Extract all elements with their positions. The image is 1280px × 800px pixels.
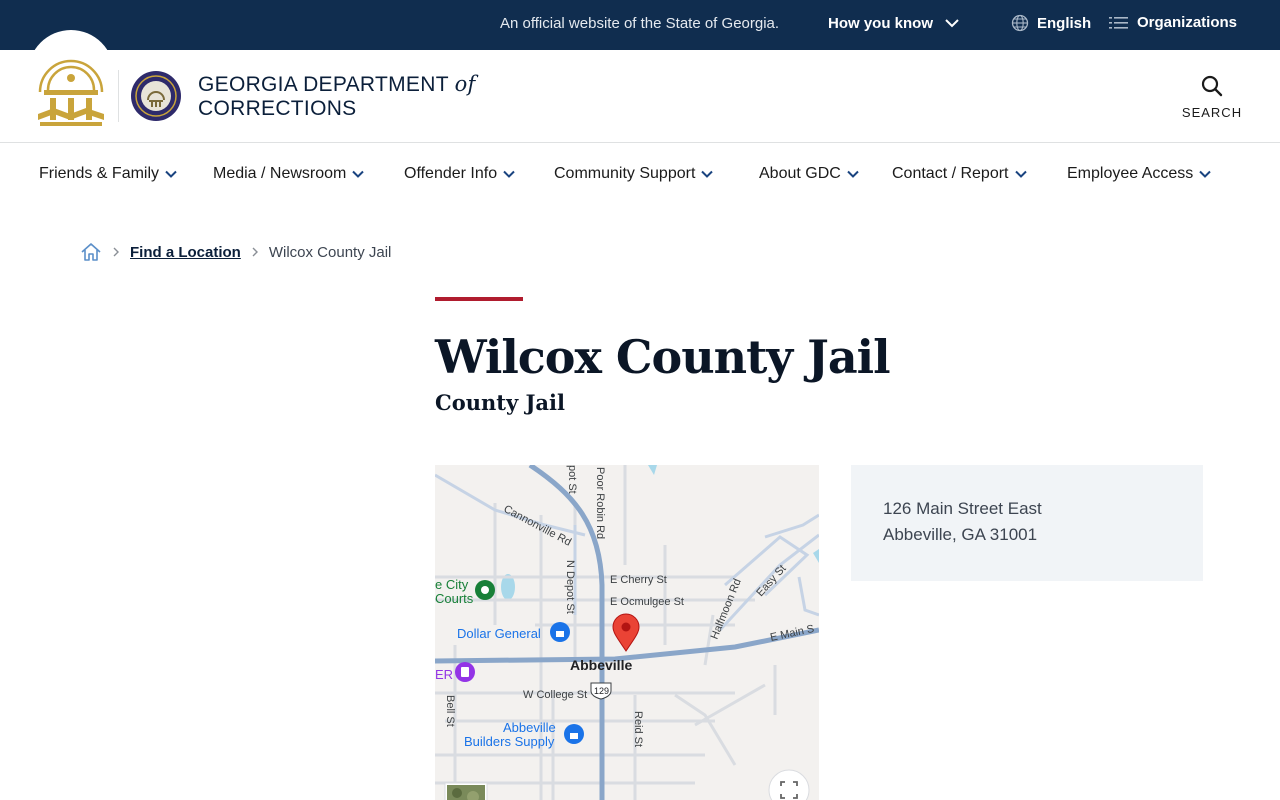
- how-you-know-label: How you know: [828, 15, 933, 32]
- header-divider: [118, 70, 119, 122]
- home-icon[interactable]: [80, 241, 102, 263]
- map-label: Cannonville Rd: [502, 503, 574, 549]
- map-label: Abbeville: [503, 720, 556, 735]
- language-selector[interactable]: English: [1011, 14, 1091, 32]
- map-label: Reid St: [632, 711, 644, 747]
- nav-label: Contact / Report: [892, 165, 1009, 182]
- nav-offender-info[interactable]: Offender Info: [404, 165, 515, 183]
- nav-label: Friends & Family: [39, 165, 160, 182]
- map-label: W College St: [523, 689, 587, 701]
- title-accent-rule: [435, 297, 523, 301]
- breadcrumb: Find a Location Wilcox County Jail: [80, 241, 391, 263]
- nav-friends-family[interactable]: Friends & Family: [39, 165, 177, 183]
- search-icon: [1201, 75, 1223, 97]
- map-label: E Cherry St: [610, 574, 667, 586]
- fullscreen-icon[interactable]: [768, 769, 810, 800]
- map-label: Builders Supply: [464, 734, 555, 749]
- georgia-seal-logo[interactable]: [28, 30, 114, 142]
- nav-label: Media / Newsroom: [213, 165, 347, 182]
- map-label: N Depot St: [564, 560, 576, 614]
- chevron-right-icon: [251, 247, 259, 257]
- chevron-right-icon: [112, 247, 120, 257]
- map-label: Courts: [435, 591, 474, 606]
- map-label: E Main S: [769, 623, 815, 644]
- chevron-down-icon: [701, 170, 714, 178]
- official-banner: An official website of the State of Geor…: [0, 0, 1280, 50]
- page-subtitle: County Jail: [435, 390, 565, 415]
- organizations-button[interactable]: Organizations: [1109, 14, 1237, 31]
- route-shield-label: 129: [594, 686, 609, 696]
- gdc-seal-logo[interactable]: [130, 70, 182, 122]
- poi-hospital-icon[interactable]: [455, 662, 475, 682]
- address-city-state-zip: Abbeville, GA 31001: [883, 525, 1038, 544]
- chevron-down-icon: [847, 170, 859, 178]
- agency-name[interactable]: GEORGIA DEPARTMENT of CORRECTIONS: [198, 72, 476, 121]
- breadcrumb-current: Wilcox County Jail: [268, 243, 392, 261]
- chevron-down-icon: [503, 170, 515, 178]
- nav-contact-report[interactable]: Contact / Report: [892, 165, 1027, 183]
- search-button[interactable]: SEARCH: [1176, 74, 1248, 120]
- list-icon: [1109, 16, 1128, 29]
- map-label: e City: [435, 577, 469, 592]
- nav-label: Offender Info: [404, 165, 498, 182]
- agency-name-line1: GEORGIA DEPARTMENT: [198, 73, 449, 96]
- page-title: Wilcox County Jail: [435, 330, 891, 384]
- nav-label: Employee Access: [1067, 165, 1194, 182]
- poi-shopping-icon[interactable]: [550, 622, 570, 642]
- main-navigation: Friends & Family Media / Newsroom Offend…: [0, 143, 1280, 203]
- map-label: Dollar General: [457, 626, 541, 641]
- map-label: pot St: [566, 465, 578, 494]
- language-label: English: [1037, 14, 1092, 32]
- map-label: Easy St: [754, 563, 788, 599]
- agency-name-of: of: [454, 72, 476, 96]
- map-label: ER: [435, 667, 453, 682]
- map-label: Abbeville: [570, 657, 632, 673]
- nav-community-support[interactable]: Community Support: [554, 165, 714, 183]
- nav-media-newsroom[interactable]: Media / Newsroom: [213, 165, 365, 183]
- chevron-down-icon: [352, 170, 365, 178]
- search-label: SEARCH: [1181, 105, 1243, 120]
- organizations-label: Organizations: [1137, 14, 1238, 31]
- breadcrumb-find-location-link[interactable]: Find a Location: [130, 244, 241, 261]
- official-site-text: An official website of the State of Geor…: [500, 15, 780, 32]
- nav-label: Community Support: [554, 165, 696, 182]
- chevron-down-icon: [1199, 170, 1211, 178]
- poi-courts-icon[interactable]: [475, 580, 495, 600]
- nav-label: About GDC: [759, 165, 841, 182]
- site-header: GEORGIA DEPARTMENT of CORRECTIONS SEARCH: [0, 30, 1280, 143]
- map-label: Bell St: [444, 695, 456, 727]
- chevron-down-icon: [165, 170, 177, 178]
- poi-shopping-icon[interactable]: [564, 724, 584, 744]
- address-street: 126 Main Street East: [883, 499, 1042, 518]
- location-pin-icon[interactable]: [612, 613, 640, 652]
- agency-name-line2: CORRECTIONS: [198, 97, 357, 120]
- map-label: E Ocmulgee St: [610, 596, 684, 608]
- how-you-know-button[interactable]: How you know: [828, 15, 967, 32]
- globe-icon: [1011, 14, 1029, 32]
- map-label: Poor Robin Rd: [594, 467, 606, 539]
- nav-employee-access[interactable]: Employee Access: [1067, 165, 1211, 183]
- nav-about-gdc[interactable]: About GDC: [759, 165, 859, 183]
- address-card: 126 Main Street East Abbeville, GA 31001: [851, 465, 1203, 581]
- chevron-down-icon: [945, 15, 967, 32]
- map-layer-toggle[interactable]: [444, 782, 488, 800]
- chevron-down-icon: [1014, 170, 1027, 178]
- location-map[interactable]: Cannonville Rd Poor Robin Rd pot St N De…: [435, 465, 819, 800]
